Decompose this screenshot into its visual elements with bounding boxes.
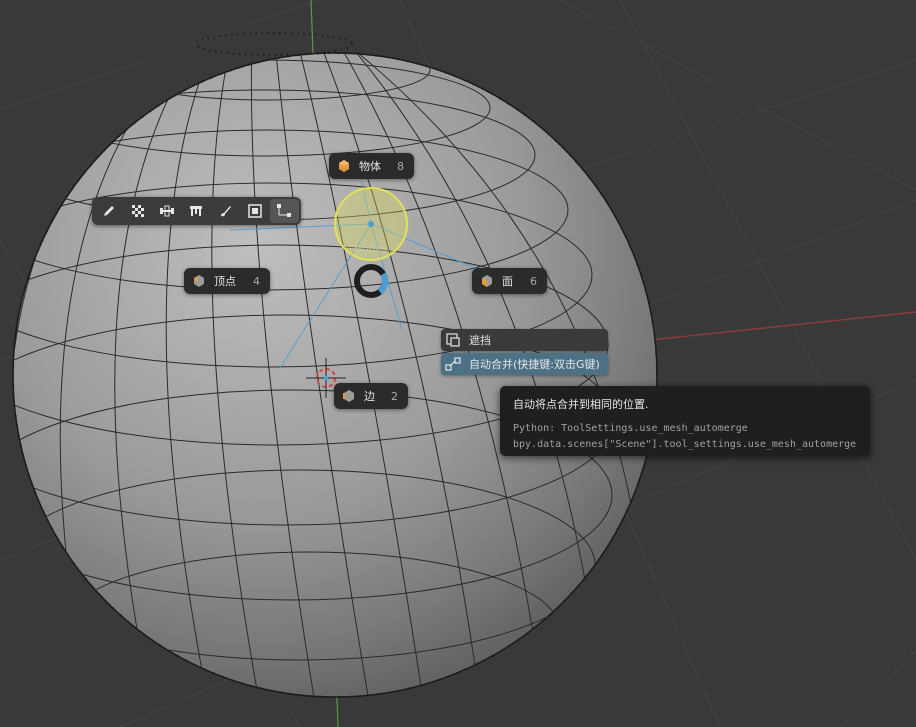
x-axis-line [649,311,916,341]
checker-icon [131,205,144,217]
texture-paint-button[interactable] [211,199,240,223]
object-cube-icon [339,160,349,172]
weight-paint-button[interactable] [153,199,182,223]
menu-item-label: 遮挡 [469,334,491,347]
occlude-icon [446,333,460,347]
sculpt-button[interactable] [123,199,152,223]
menu-item-occlude[interactable]: 遮挡 [441,329,608,351]
pie-menu-title: Modes [354,244,387,255]
menu-item-label: 自动合并(快捷键:双击G键) [469,358,600,371]
shortcut-key: 8 [397,159,404,173]
mode-toolbar [92,197,301,225]
draw-icon [103,206,114,216]
pie-item-label: 物体 [359,160,381,173]
vertex-paint-icon [190,206,203,216]
brush-icon [220,206,231,217]
shortcut-key: 4 [253,274,260,288]
uv-sphere-mesh[interactable] [0,32,658,722]
vertex-cube-icon [194,275,204,287]
weight-icon [160,205,175,217]
tooltip-python-path: Python: ToolSettings.use_mesh_automerge [513,423,748,434]
tooltip: 自动将点合并到相同的位置. Python: ToolSettings.use_m… [500,386,870,456]
pie-item-edge[interactable]: 边 2 [334,383,408,409]
menu-item-automerge[interactable]: 自动合并(快捷键:双击G键) [441,353,608,375]
pie-item-label: 面 [502,275,513,288]
edit-mode-button[interactable] [269,199,299,223]
shortcut-key: 6 [530,274,537,288]
pie-item-label: 顶点 [214,275,236,288]
automerge-icon [445,357,461,371]
tooltip-data-path: bpy.data.scenes["Scene"].tool_settings.u… [513,439,857,450]
vertex-paint-button[interactable] [182,199,211,223]
frame-select-button[interactable] [240,199,269,223]
tooltip-description: 自动将点合并到相同的位置. [513,398,649,411]
pie-item-vertex[interactable]: 顶点 4 [184,268,270,294]
pie-item-label: 边 [364,390,375,403]
pie-item-face[interactable]: 面 6 [472,268,547,294]
draw-button[interactable] [94,199,123,223]
pie-item-object[interactable]: 物体 8 [329,153,414,179]
frame-icon [248,204,262,218]
edge-cube-icon [343,390,354,402]
shortcut-key: 2 [391,389,398,403]
face-cube-icon [482,275,492,287]
edit-mesh-icon [277,204,292,217]
